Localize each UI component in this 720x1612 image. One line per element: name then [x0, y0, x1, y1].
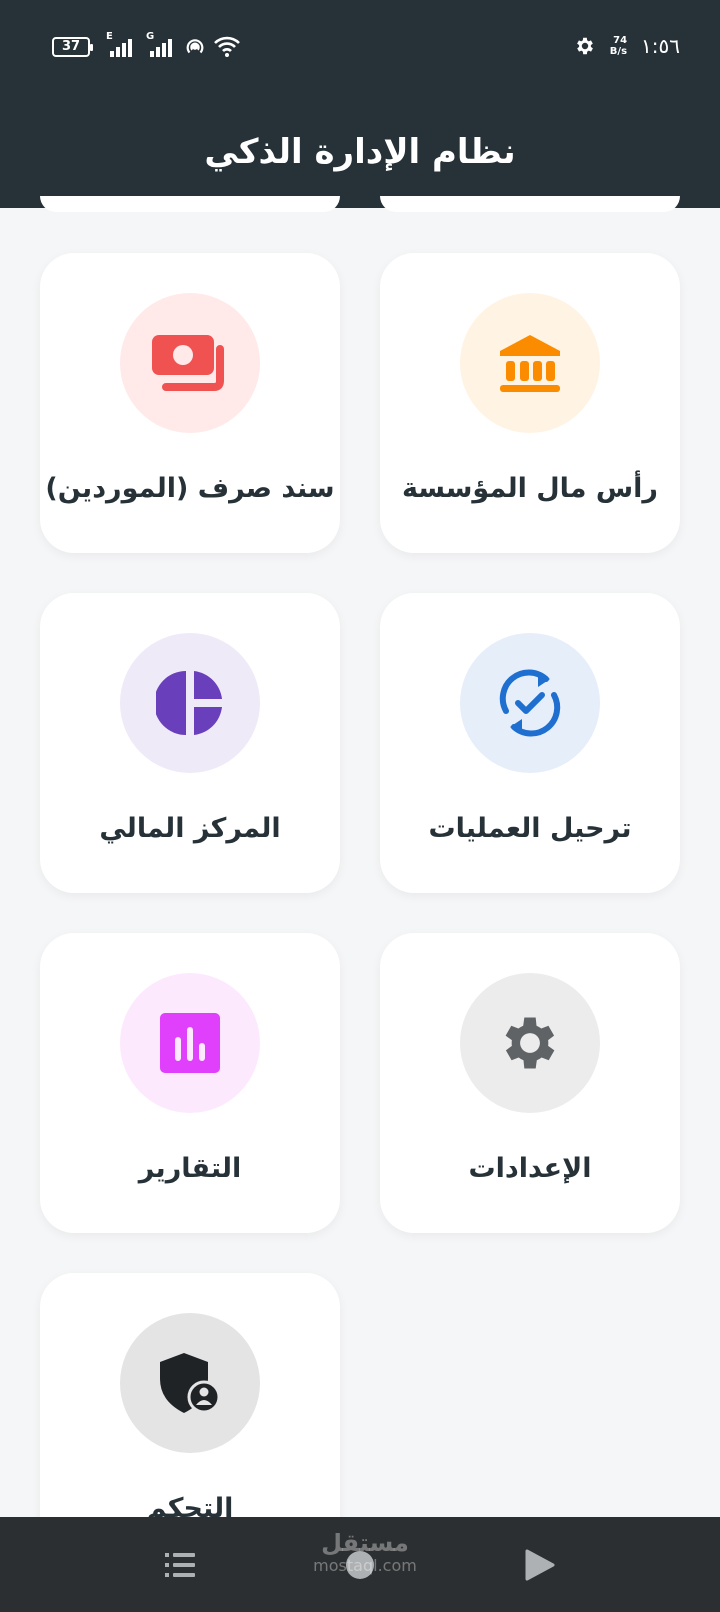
- card-label: ترحيل العمليات: [428, 813, 632, 844]
- icon-circle: [460, 633, 600, 773]
- signal-icon: G: [146, 31, 172, 57]
- gear-icon: [505, 1017, 555, 1069]
- icon-circle: [460, 973, 600, 1113]
- watermark-arabic: مستقل: [321, 1529, 409, 1557]
- icon-circle: [460, 293, 600, 433]
- network-speed: 74 B/s: [610, 35, 627, 57]
- icon-circle: [120, 633, 260, 773]
- network-type-label: G: [146, 31, 155, 42]
- money-icon: [152, 335, 224, 391]
- signal-icon: E: [106, 31, 132, 57]
- card-settings[interactable]: الإعدادات: [380, 933, 680, 1233]
- status-bar: 37 E G 74 B/s ١:٥٦: [0, 0, 720, 96]
- card-label: رأس مال المؤسسة: [402, 473, 658, 504]
- menu-icon: [165, 1552, 195, 1577]
- nav-back[interactable]: [470, 1517, 610, 1612]
- card-reports[interactable]: التقارير: [40, 933, 340, 1233]
- bank-icon: [500, 335, 560, 392]
- watermark: مستقل mostaql.com: [310, 1530, 420, 1575]
- card-capital[interactable]: رأس مال المؤسسة: [380, 253, 680, 553]
- watermark-latin: mostaql.com: [313, 1556, 417, 1575]
- wifi-icon: [214, 36, 240, 57]
- app-bar: نظام الإدارة الذكي: [0, 96, 720, 208]
- shield-user-icon: [160, 1353, 221, 1414]
- back-icon: [525, 1549, 555, 1580]
- network-type-label: E: [106, 31, 113, 42]
- icon-circle: [120, 1313, 260, 1453]
- settings-icon: [576, 37, 593, 55]
- card-financial-position[interactable]: المركز المالي: [40, 593, 340, 893]
- icon-circle: [120, 973, 260, 1113]
- battery-indicator: 37: [52, 37, 93, 57]
- card-peek: [380, 196, 680, 212]
- network-speed-unit: B/s: [609, 46, 628, 57]
- clock: ١:٥٦: [641, 34, 680, 58]
- bar-chart-icon: [160, 1013, 220, 1073]
- page-title: نظام الإدارة الذكي: [204, 132, 516, 172]
- card-post-transactions[interactable]: ترحيل العمليات: [380, 593, 680, 893]
- hotspot-icon: [186, 39, 204, 54]
- icon-circle: [120, 293, 260, 433]
- nav-recents[interactable]: [110, 1517, 250, 1612]
- card-payment-voucher[interactable]: سند صرف (الموردين): [40, 253, 340, 553]
- sync-check-icon: [499, 669, 561, 737]
- network-speed-value: 74: [613, 35, 628, 46]
- card-label: الإعدادات: [468, 1153, 592, 1184]
- card-label: سند صرف (الموردين): [45, 473, 335, 504]
- card-label: المركز المالي: [99, 813, 281, 844]
- status-left: 37 E G: [52, 31, 240, 58]
- status-right: 74 B/s ١:٥٦: [574, 34, 680, 58]
- card-label: التقارير: [138, 1153, 242, 1184]
- pie-chart-icon: [156, 671, 222, 735]
- card-peek: [40, 196, 340, 212]
